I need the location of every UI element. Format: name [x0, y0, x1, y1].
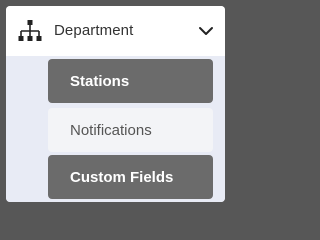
submenu-item-label: Custom Fields	[70, 168, 174, 186]
department-menu-title: Department	[54, 22, 134, 39]
department-submenu: Stations Notifications Custom Fields	[6, 56, 225, 202]
submenu-item-label: Notifications	[70, 121, 152, 139]
department-hierarchy-icon	[18, 20, 42, 41]
submenu-item-custom-fields[interactable]: Custom Fields	[48, 155, 213, 199]
submenu-item-notifications[interactable]: Notifications	[48, 108, 213, 152]
department-menu-header[interactable]: Department	[6, 6, 225, 56]
department-menu-panel: Department Stations Notifications Custom…	[6, 6, 225, 202]
submenu-item-stations[interactable]: Stations	[48, 59, 213, 103]
submenu-item-label: Stations	[70, 72, 130, 90]
chevron-down-icon[interactable]	[198, 23, 214, 39]
